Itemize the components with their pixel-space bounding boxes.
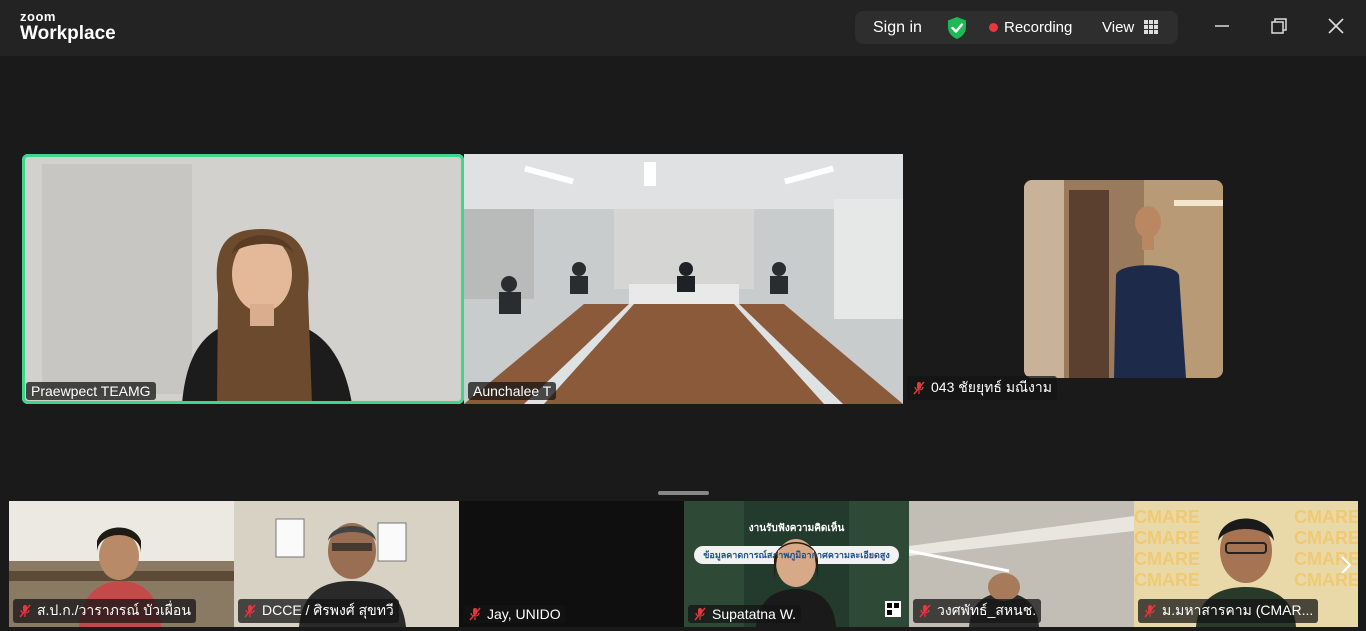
participant-name-text: ม.มหาสารคาม (CMAR... <box>1162 602 1314 618</box>
mic-muted-icon <box>1144 604 1156 618</box>
mic-muted-icon <box>469 607 481 621</box>
minimize-icon[interactable] <box>1210 14 1234 38</box>
sign-in-button[interactable]: Sign in <box>873 19 922 37</box>
participant-name: Supatatna W. <box>688 605 802 623</box>
video-tile[interactable]: Aunchalee T <box>464 154 903 404</box>
participant-name: Praewpect TEAMG <box>26 382 156 400</box>
participant-name-text: Aunchalee T <box>473 383 552 399</box>
participant-name: วงศพัทธ์_สหนช. <box>913 599 1042 623</box>
mic-muted-icon <box>919 604 931 618</box>
view-button[interactable]: View <box>1102 19 1134 36</box>
mic-muted-icon <box>694 607 706 621</box>
slide-title: งานรับฟังความคิดเห็น <box>748 523 845 534</box>
participant-video <box>22 154 464 404</box>
brand-top: zoom <box>20 9 56 24</box>
close-icon[interactable] <box>1324 14 1348 38</box>
brand-bottom: Workplace <box>20 23 116 44</box>
participant-name: Jay, UNIDO <box>463 605 566 623</box>
video-tile[interactable]: ส.ป.ก./วาราภรณ์ บัวเผื่อน <box>9 501 234 627</box>
participant-name-text: 043 ชัยยุทธ์ มณีงาม <box>931 379 1052 395</box>
participant-name: DCCE / ศิรพงศ์ สุขทวี <box>238 599 399 623</box>
mic-muted-icon <box>913 381 925 395</box>
title-bar: zoom Workplace Sign in Recording View <box>0 0 1366 56</box>
recording-dot-icon <box>989 23 998 32</box>
video-tile[interactable]: วงศพัทธ์_สหนช. <box>909 501 1134 627</box>
grid-icon[interactable] <box>1144 20 1158 34</box>
participant-video <box>464 154 903 404</box>
video-tile[interactable]: Praewpect TEAMG <box>22 154 464 404</box>
video-tile[interactable]: งานรับฟังความคิดเห็น ข้อมูลคาดการณ์สภาพภ… <box>684 501 909 627</box>
participant-name-text: Praewpect TEAMG <box>31 383 151 399</box>
zoom-logo: zoom Workplace <box>20 10 116 43</box>
shield-check-icon[interactable] <box>946 16 968 40</box>
toolbar-pill: Sign in Recording View <box>855 11 1178 44</box>
strip-resize-handle[interactable] <box>658 491 709 495</box>
mic-muted-icon <box>244 604 256 618</box>
chevron-right-icon[interactable] <box>1338 553 1354 577</box>
participant-name-text: วงศพัทธ์_สหนช. <box>937 602 1037 618</box>
video-stage: Praewpect TEAMG Aunchalee T 043 ชัยยุทธ์… <box>0 56 1366 631</box>
video-tile[interactable]: DCCE / ศิรพงศ์ สุขทวี <box>234 501 459 627</box>
video-tile[interactable]: Jay, UNIDO <box>459 501 684 627</box>
restore-icon[interactable] <box>1267 14 1291 38</box>
recording-label[interactable]: Recording <box>1004 19 1072 36</box>
participant-name: 043 ชัยยุทธ์ มณีงาม <box>907 376 1057 400</box>
participant-name-text: Jay, UNIDO <box>487 606 561 622</box>
video-tile[interactable]: 043 ชัยยุทธ์ มณีงาม <box>903 154 1343 404</box>
mic-muted-icon <box>19 604 31 618</box>
participant-name-text: DCCE / ศิรพงศ์ สุขทวี <box>262 602 394 618</box>
participant-name: ม.มหาสารคาม (CMAR... <box>1138 599 1319 623</box>
participant-name-text: ส.ป.ก./วาราภรณ์ บัวเผื่อน <box>37 602 191 618</box>
slide-heading: ข้อมูลคาดการณ์สภาพภูมิอากาศความละเอียดสู… <box>703 550 890 560</box>
participant-name: ส.ป.ก./วาราภรณ์ บัวเผื่อน <box>13 599 196 623</box>
participant-video <box>1024 180 1223 378</box>
participant-name-text: Supatatna W. <box>712 606 797 622</box>
participant-name: Aunchalee T <box>468 382 557 400</box>
video-tile[interactable]: CMARE CMARE CMARE CMARE CMARE CMARE CMAR… <box>1134 501 1358 627</box>
